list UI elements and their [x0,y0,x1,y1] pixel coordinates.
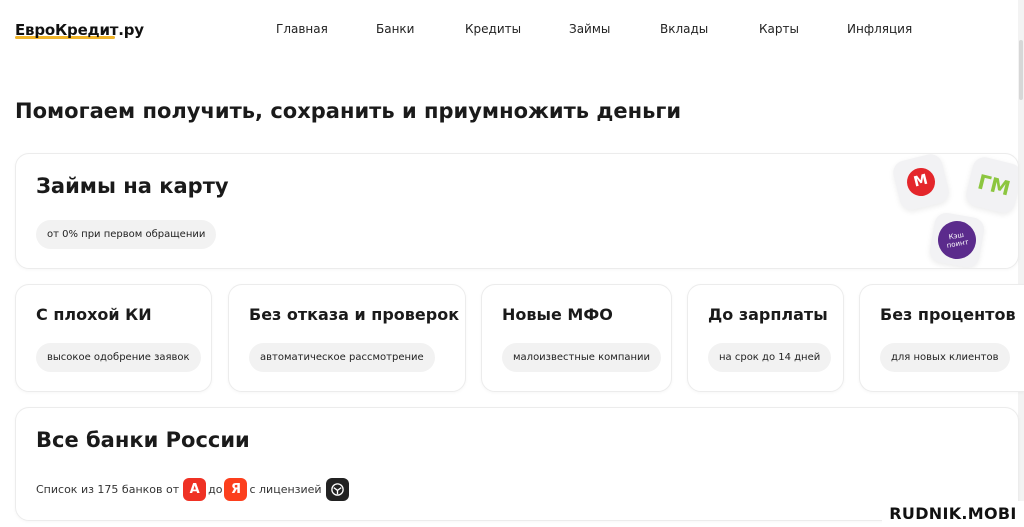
main-nav: Главная Банки Кредиты Займы Вклады Карты… [0,22,1024,40]
moneyman-logo-tile: М [890,154,952,213]
nav-item-home[interactable]: Главная [276,22,328,36]
loans-card[interactable]: Займы на карту от 0% при первом обращени… [15,153,1019,269]
nav-item-banks[interactable]: Банки [376,22,414,36]
banks-text-after: с лицензией [249,482,322,496]
nav-item-credits[interactable]: Кредиты [465,22,521,36]
alfa-bank-icon: А [183,477,207,501]
category-card-bad-credit[interactable]: С плохой КИ высокое одобрение заявок [15,284,212,392]
category-pill: на срок до 14 дней [708,343,832,372]
category-card-new-mfo[interactable]: Новые МФО малоизвестные компании [481,284,672,392]
banks-text-mid: до [208,482,223,496]
banks-summary: Список из 175 банков от А до Я с лицензи… [36,477,351,501]
nav-item-inflation[interactable]: Инфляция [847,22,912,36]
banks-text-before: Список из 175 банков от [36,482,180,496]
banks-card-title: Все банки России [36,428,250,452]
cashpoint-icon: Кэш поинт [934,217,980,263]
category-pill: автоматическое рассмотрение [249,343,435,372]
category-title: Без процентов [880,305,1016,324]
category-card-no-refusal[interactable]: Без отказа и проверок автоматическое рас… [228,284,466,392]
category-card-no-interest[interactable]: Без процентов для новых клиентов [859,284,1024,392]
loans-card-pill: от 0% при первом обращении [36,220,217,249]
category-pill: малоизвестные компании [502,343,662,372]
gm-icon: ГМ [975,169,1013,201]
nav-item-cards[interactable]: Карты [759,22,799,36]
nav-item-deposits[interactable]: Вклады [660,22,708,36]
banks-card[interactable]: Все банки России Список из 175 банков от… [15,407,1019,521]
category-title: Новые МФО [502,305,613,324]
central-bank-emblem-icon [325,477,349,501]
category-title: Без отказа и проверок [249,305,460,324]
category-title: С плохой КИ [36,305,152,324]
site-header: ЕвроКредит.ру Главная Банки Кредиты Займ… [0,0,1024,60]
moneyman-icon: М [904,165,938,199]
loans-card-title: Займы на карту [36,174,229,198]
gm-logo-tile: ГМ [963,154,1018,216]
scrollbar-thumb[interactable] [1019,40,1023,100]
cashpoint-logo-tile: Кэш поинт [928,211,986,268]
nav-item-loans[interactable]: Займы [569,22,610,36]
yandex-bank-icon: Я [224,477,248,501]
watermark: RUDNIK.MOBI [882,501,1024,527]
category-pill: для новых клиентов [880,343,1010,372]
page-headline: Помогаем получить, сохранить и приумножи… [15,99,682,123]
category-title: До зарплаты [708,305,828,324]
category-card-payday[interactable]: До зарплаты на срок до 14 дней [687,284,844,392]
category-pill: высокое одобрение заявок [36,343,201,372]
